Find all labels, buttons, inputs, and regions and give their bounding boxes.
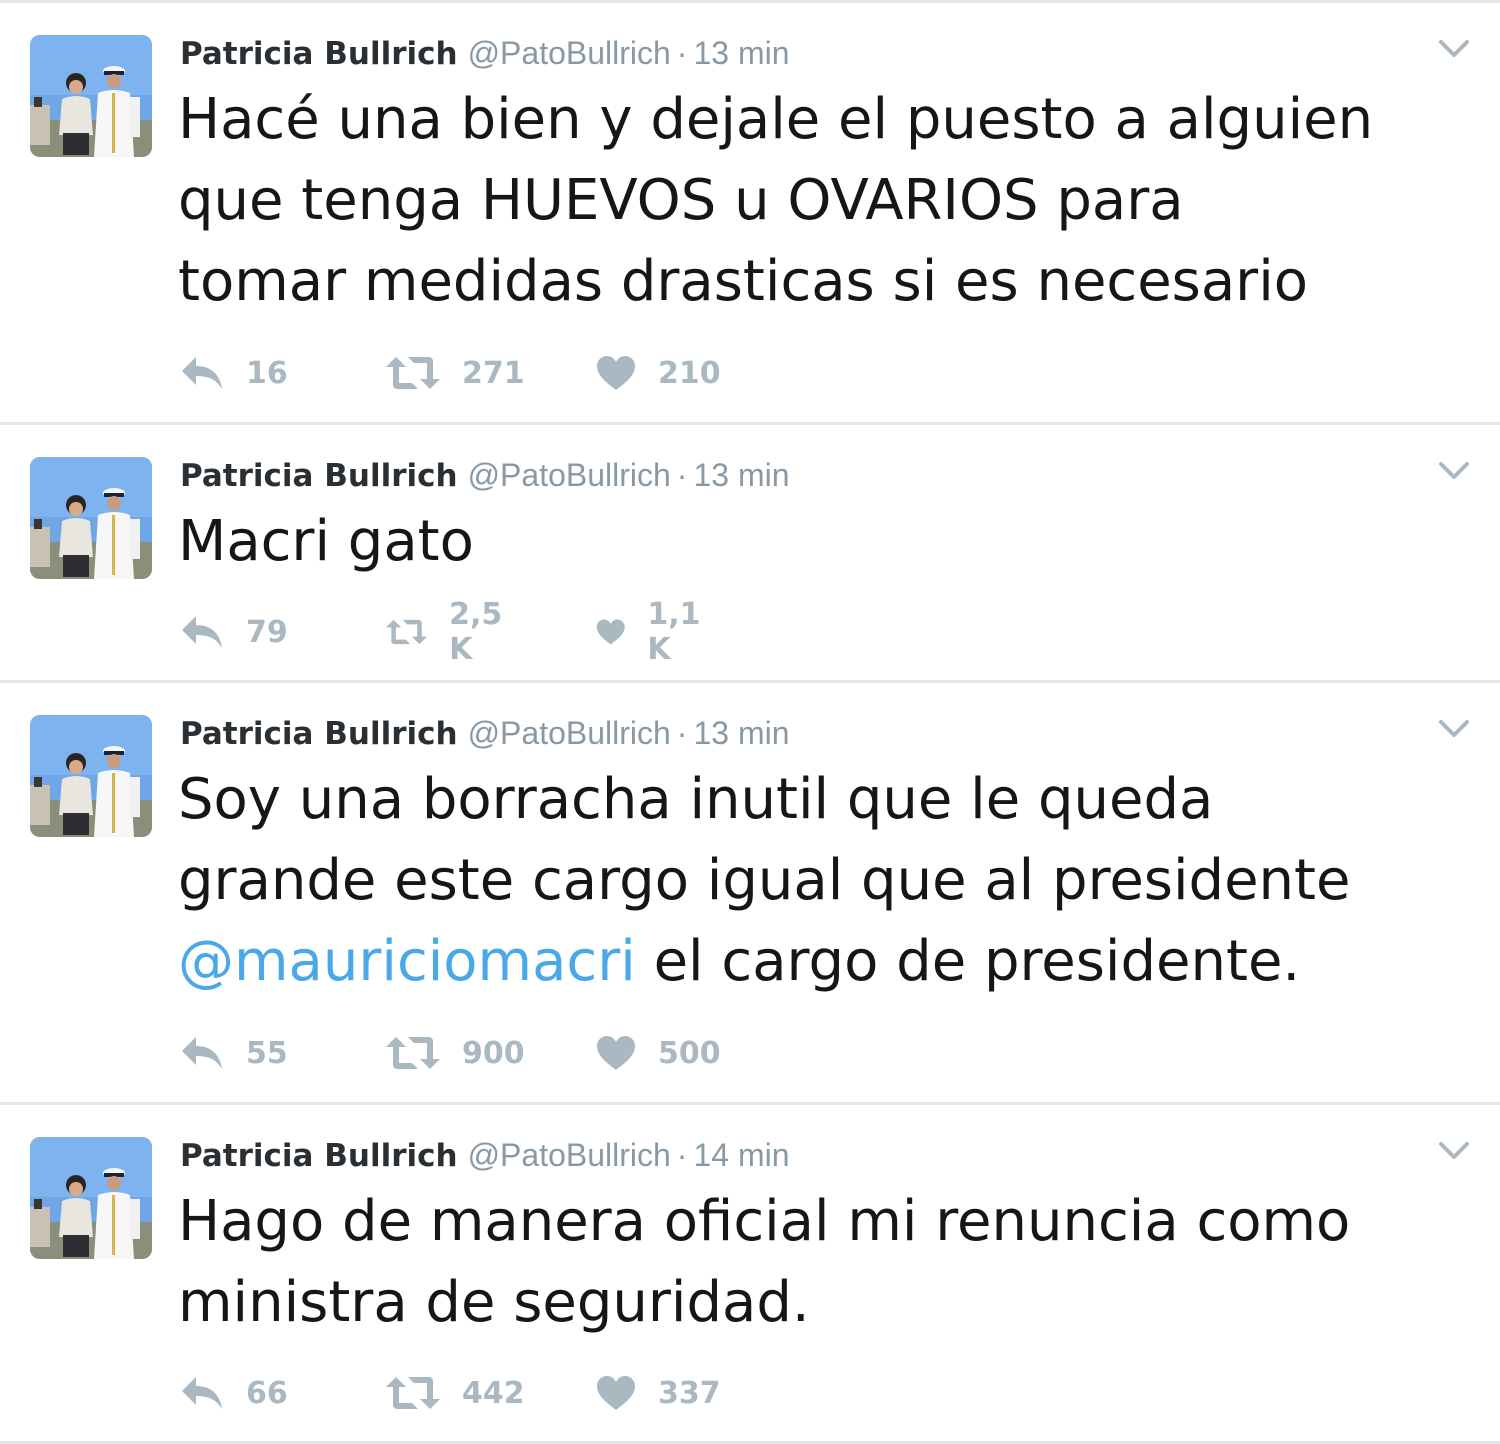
author-name[interactable]: Patricia Bullrich xyxy=(180,458,458,494)
avatar[interactable] xyxy=(30,457,152,579)
retweet-button[interactable]: 900 xyxy=(386,1031,525,1075)
avatar-image xyxy=(30,457,152,579)
tweet-text-fragment: el cargo de presidente. xyxy=(635,929,1301,994)
tweet-text-line: Hacé una bien y dejale el puesto a algui… xyxy=(178,87,1374,152)
like-button[interactable]: 500 xyxy=(596,1031,721,1075)
tweet-text-line: grande este cargo igual que al president… xyxy=(178,848,1351,913)
reply-count: 55 xyxy=(246,1035,288,1071)
tweet-timestamp[interactable]: 14 min xyxy=(693,1137,789,1173)
tweet[interactable]: Patricia Bullrich @PatoBullrich · 13 min Ma… xyxy=(0,425,1500,683)
chevron-down-icon[interactable] xyxy=(1438,459,1470,483)
separator-dot: · xyxy=(676,1137,688,1173)
retweet-count: 900 xyxy=(462,1035,525,1071)
retweet-count: 2,5 K xyxy=(449,597,503,667)
author-name[interactable]: Patricia Bullrich xyxy=(180,716,458,752)
tweet-text-line: tomar medidas drasticas si es necesario xyxy=(178,249,1309,314)
tweet-text: Macri gato xyxy=(178,501,1478,582)
like-button[interactable]: 210 xyxy=(596,351,721,395)
mention-link[interactable]: @mauriciomacri xyxy=(178,929,636,994)
like-count: 210 xyxy=(658,355,721,391)
tweet-timestamp[interactable]: 13 min xyxy=(693,35,789,71)
tweet-text: Hacé una bien y dejale el puesto a algui… xyxy=(178,79,1478,322)
heart-icon xyxy=(596,614,625,650)
avatar-image xyxy=(30,1137,152,1259)
retweet-icon xyxy=(386,614,427,650)
tweet[interactable]: Patricia Bullrich @PatoBullrich · 14 min Ha… xyxy=(0,1105,1500,1444)
retweet-icon xyxy=(386,1375,440,1411)
tweet-text-line: Macri gato xyxy=(178,509,474,574)
avatar[interactable] xyxy=(30,715,152,837)
reply-icon xyxy=(180,355,224,391)
tweet[interactable]: Patricia Bullrich @PatoBullrich · 13 min So… xyxy=(0,683,1500,1105)
like-count: 337 xyxy=(658,1375,721,1411)
chevron-down-icon[interactable] xyxy=(1438,717,1470,741)
avatar[interactable] xyxy=(30,35,152,157)
separator-dot: · xyxy=(676,35,688,71)
tweet-text-line: Soy una borracha inutil que le queda xyxy=(178,767,1214,832)
tweet-header: Patricia Bullrich @PatoBullrich · 14 min xyxy=(180,1135,790,1176)
reply-button[interactable]: 16 xyxy=(180,351,288,395)
tweet-text: Soy una borracha inutil que le queda gra… xyxy=(178,759,1478,1002)
retweet-count: 442 xyxy=(462,1375,525,1411)
retweet-icon xyxy=(386,1035,440,1071)
avatar-image xyxy=(30,35,152,157)
tweet-text: Hago de manera oficial mi renuncia como … xyxy=(178,1181,1478,1343)
chevron-down-icon[interactable] xyxy=(1438,37,1470,61)
like-count: 500 xyxy=(658,1035,721,1071)
tweet-text-line: Hago de manera oficial mi renuncia como xyxy=(178,1189,1351,1254)
separator-dot: · xyxy=(676,715,688,751)
reply-icon xyxy=(180,614,224,650)
reply-count: 79 xyxy=(246,614,288,650)
tweet-timestamp[interactable]: 13 min xyxy=(693,715,789,751)
tweet-timestamp[interactable]: 13 min xyxy=(693,457,789,493)
heart-icon xyxy=(596,1375,636,1411)
reply-button[interactable]: 55 xyxy=(180,1031,288,1075)
retweet-count: 271 xyxy=(462,355,525,391)
author-name[interactable]: Patricia Bullrich xyxy=(180,1138,458,1174)
like-button[interactable]: 337 xyxy=(596,1371,721,1415)
tweet[interactable]: Patricia Bullrich @PatoBullrich · 13 min Ha… xyxy=(0,3,1500,425)
author-handle[interactable]: @PatoBullrich xyxy=(468,35,671,71)
tweet-header: Patricia Bullrich @PatoBullrich · 13 min xyxy=(180,33,790,74)
chevron-down-icon[interactable] xyxy=(1438,1139,1470,1163)
avatar[interactable] xyxy=(30,1137,152,1259)
reply-icon xyxy=(180,1375,224,1411)
like-count: 1,1 K xyxy=(647,597,701,667)
tweet-header: Patricia Bullrich @PatoBullrich · 13 min xyxy=(180,713,790,754)
retweet-button[interactable]: 2,5 K xyxy=(386,597,515,667)
tweet-text-line: que tenga HUEVOS u OVARIOS para xyxy=(178,168,1184,233)
reply-button[interactable]: 66 xyxy=(180,1371,288,1415)
tweet-text-line: ministra de seguridad. xyxy=(178,1270,810,1335)
author-handle[interactable]: @PatoBullrich xyxy=(468,457,671,493)
separator-dot: · xyxy=(676,457,688,493)
reply-count: 66 xyxy=(246,1375,288,1411)
retweet-icon xyxy=(386,355,440,391)
reply-count: 16 xyxy=(246,355,288,391)
tweet-text-line: @mauriciomacri el cargo de presidente. xyxy=(178,921,1478,1002)
retweet-button[interactable]: 271 xyxy=(386,351,525,395)
reply-icon xyxy=(180,1035,224,1071)
author-handle[interactable]: @PatoBullrich xyxy=(468,1137,671,1173)
avatar-image xyxy=(30,715,152,837)
author-handle[interactable]: @PatoBullrich xyxy=(468,715,671,751)
retweet-button[interactable]: 442 xyxy=(386,1371,525,1415)
like-button[interactable]: 1,1 K xyxy=(596,597,711,667)
tweet-header: Patricia Bullrich @PatoBullrich · 13 min xyxy=(180,455,790,496)
heart-icon xyxy=(596,355,636,391)
heart-icon xyxy=(596,1035,636,1071)
reply-button[interactable]: 79 xyxy=(180,610,288,654)
author-name[interactable]: Patricia Bullrich xyxy=(180,36,458,72)
